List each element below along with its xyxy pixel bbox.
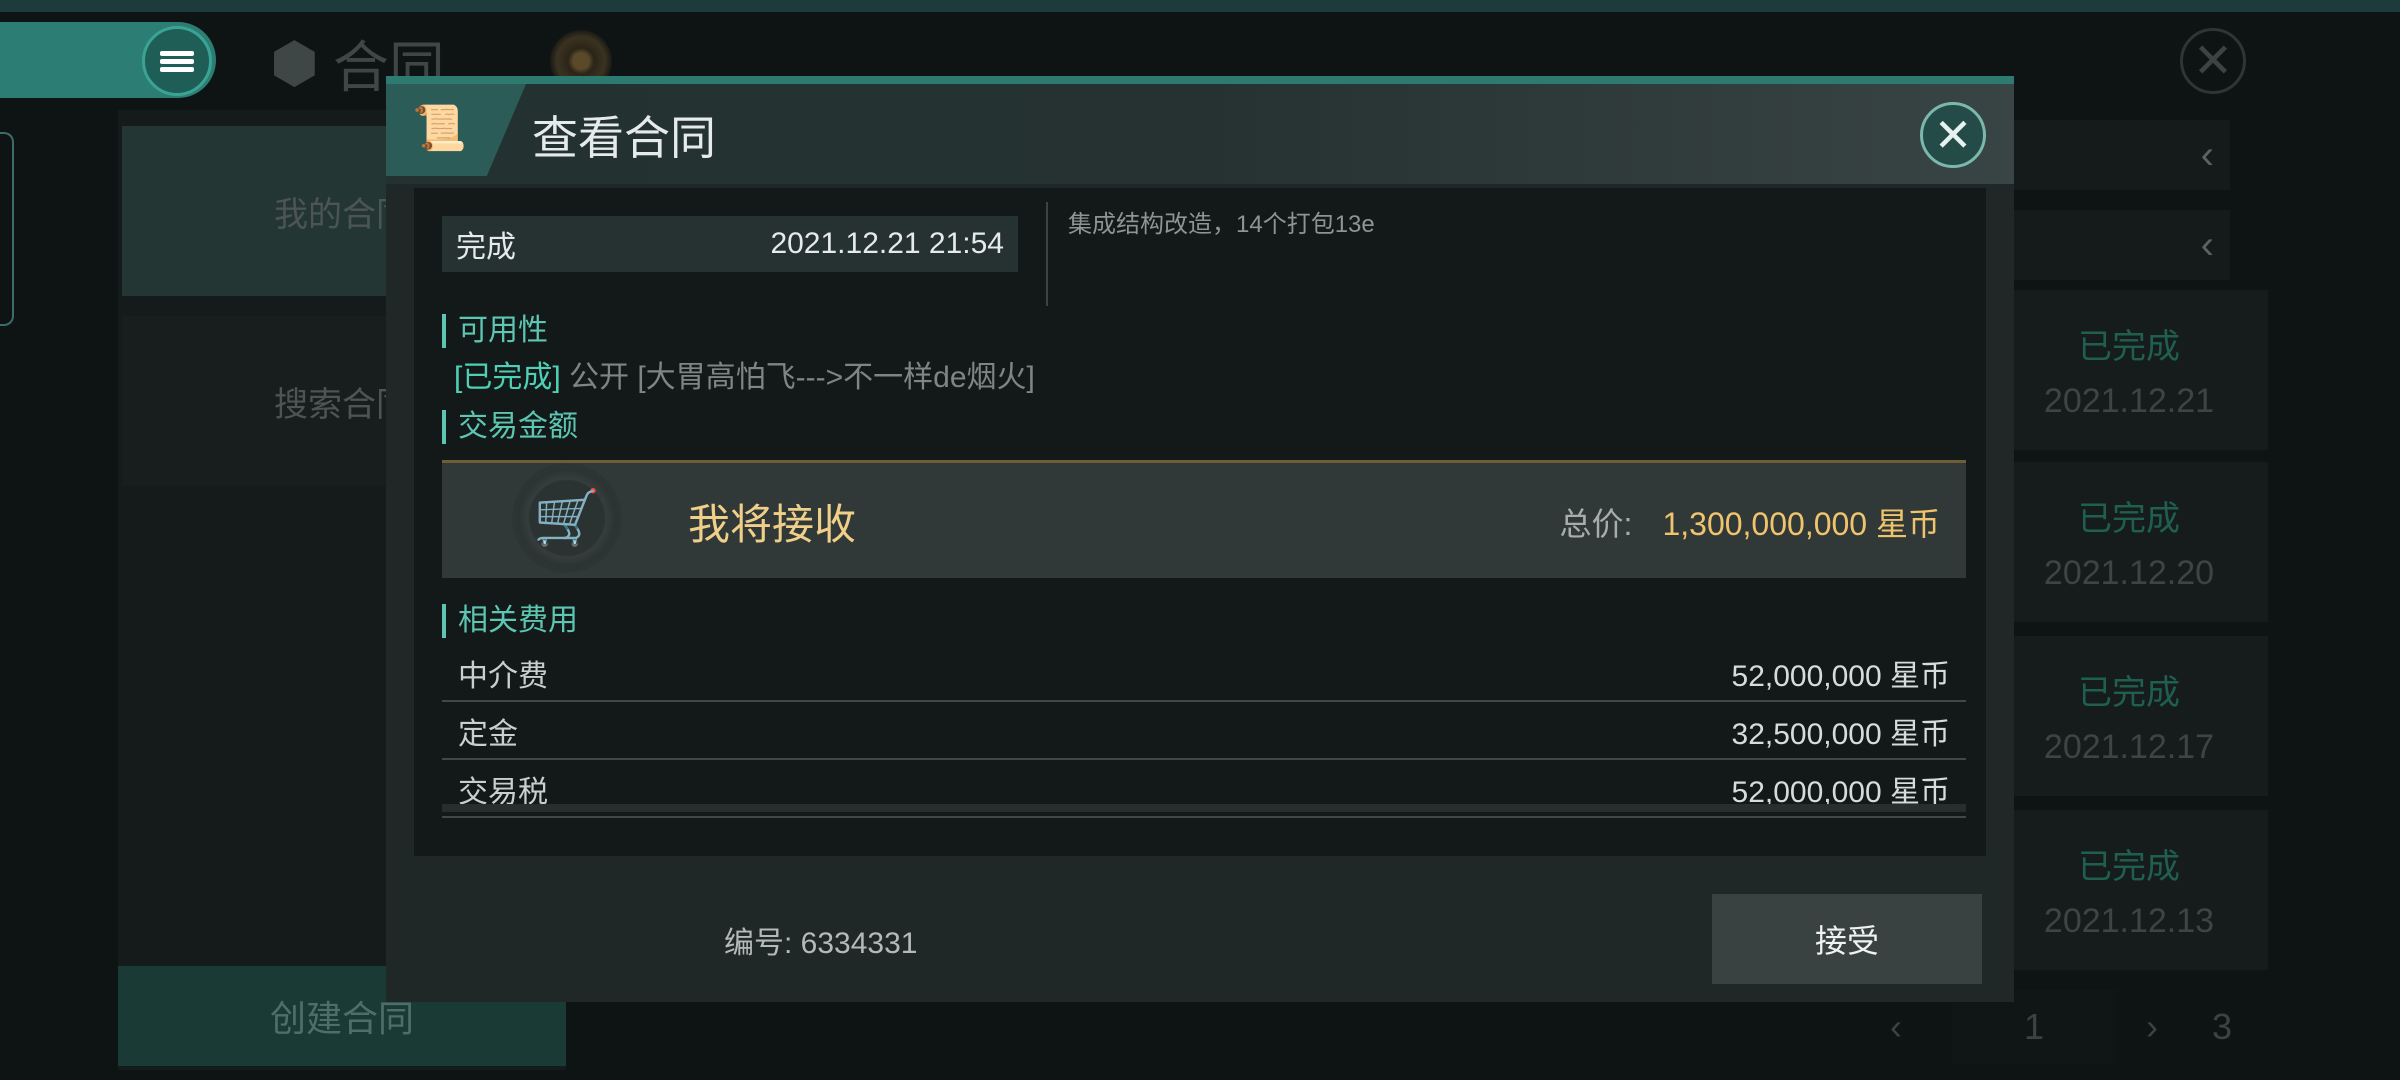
next-page-button[interactable]: › bbox=[2146, 990, 2158, 1064]
cube-icon: ⬢ bbox=[270, 31, 319, 94]
list-item[interactable]: 已完成 2021.12.20 bbox=[1990, 462, 2268, 622]
chevron-left-icon: ‹ bbox=[2200, 132, 2214, 177]
list-item[interactable]: 已完成 2021.12.13 bbox=[1990, 810, 2268, 970]
status-bar: 完成 2021.12.21 21:54 bbox=[442, 216, 1018, 272]
contract-dialog: 📜 查看合同 ✕ 完成 2021.12.21 21:54 集成结构改造，14个打… bbox=[386, 76, 2014, 1002]
total-price: 总价: 1,300,000,000 星币 bbox=[1560, 499, 1940, 545]
chevron-left-icon: ‹ bbox=[1890, 1006, 1902, 1047]
divider bbox=[1046, 202, 1048, 306]
total-value: 1,300,000,000 星币 bbox=[1662, 506, 1940, 542]
receive-panel: 🛒 我将接收 总价: 1,300,000,000 星币 bbox=[442, 460, 1966, 578]
scroll-icon: 📜 bbox=[412, 104, 467, 153]
list-item[interactable]: 已完成 2021.12.21 bbox=[1990, 290, 2268, 450]
receive-label: 我将接收 bbox=[688, 501, 857, 548]
menu-icon[interactable] bbox=[142, 26, 212, 96]
dialog-body: 完成 2021.12.21 21:54 集成结构改造，14个打包13e 可用性 … bbox=[414, 188, 1986, 856]
page-total: 3 bbox=[2212, 1006, 2233, 1047]
fee-row: 定金 32,500,000 星币 bbox=[442, 704, 1966, 760]
dialog-title: 查看合同 bbox=[532, 112, 716, 164]
status-text: 完成 bbox=[456, 231, 516, 264]
chevron-right-icon: › bbox=[2146, 1006, 2158, 1047]
list-item[interactable]: 已完成 2021.12.17 bbox=[1990, 636, 2268, 796]
side-tab[interactable] bbox=[0, 132, 14, 326]
filter-row[interactable]: ‹ bbox=[1990, 120, 2230, 190]
contract-id: 编号: 6334331 bbox=[724, 927, 918, 960]
contract-note: 集成结构改造，14个打包13e bbox=[1068, 211, 1375, 238]
accept-button[interactable]: 接受 bbox=[1712, 894, 1982, 984]
availability-status: [已完成] bbox=[454, 361, 561, 394]
amount-heading: 交易金额 bbox=[442, 410, 578, 444]
cart-download-icon: 🛒 bbox=[512, 463, 622, 573]
top-bar bbox=[0, 0, 2400, 12]
availability-text: 公开 [大胃高怕飞--->不一样de烟火] bbox=[569, 361, 1035, 394]
total-label: 总价: bbox=[1559, 506, 1633, 542]
chevron-left-icon: ‹ bbox=[2200, 222, 2214, 267]
fees-heading: 相关费用 bbox=[442, 604, 578, 638]
availability-line: [已完成] 公开 [大胃高怕飞--->不一样de烟火] bbox=[454, 352, 1035, 396]
filter-row[interactable]: ‹ bbox=[1990, 210, 2230, 280]
close-icon[interactable]: ✕ bbox=[1920, 102, 1986, 168]
datetime: 2021.12.21 21:54 bbox=[770, 227, 1004, 260]
availability-heading: 可用性 bbox=[442, 314, 548, 348]
close-icon[interactable]: ✕ bbox=[2180, 28, 2246, 94]
fee-row: 中介费 52,000,000 星币 bbox=[442, 646, 1966, 702]
body-divider bbox=[442, 804, 1966, 812]
